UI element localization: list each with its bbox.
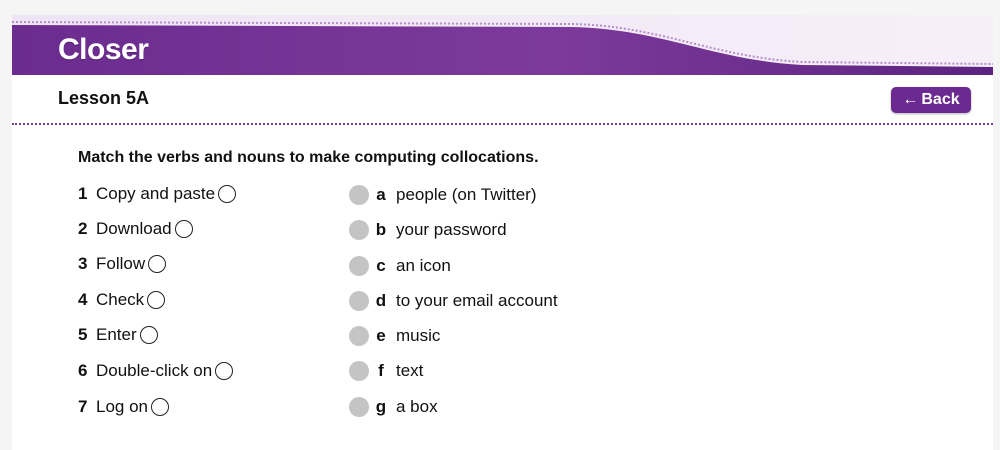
verb-answer-circle[interactable] <box>147 291 166 309</box>
noun-text: music <box>396 326 441 345</box>
noun-letter: f <box>378 361 384 380</box>
verb-item: 4 Check <box>78 288 166 312</box>
noun-text: a box <box>396 397 438 416</box>
noun-answer-dot[interactable] <box>349 220 369 240</box>
verb-item: 7 Log on <box>78 395 169 419</box>
page-title: Closer <box>58 33 149 66</box>
noun-text: people (on Twitter) <box>396 185 537 204</box>
noun-item: g a box <box>349 395 438 419</box>
noun-text: text <box>396 361 424 380</box>
back-button-label: Back <box>921 91 960 108</box>
verb-text: Copy and paste <box>96 184 216 203</box>
verb-text: Log on <box>96 397 148 416</box>
verb-answer-circle[interactable] <box>174 220 193 238</box>
verb-item: 1 Copy and paste <box>78 182 237 206</box>
verb-text: Follow <box>96 254 146 273</box>
verb-answer-circle[interactable] <box>218 185 237 203</box>
verb-item: 5 Enter <box>78 323 158 347</box>
noun-letter: d <box>375 291 387 310</box>
dotted-divider <box>12 123 993 125</box>
noun-text: an icon <box>396 256 451 275</box>
verb-item: 6 Double-click on <box>78 359 234 383</box>
noun-answer-dot[interactable] <box>349 397 369 417</box>
verb-text: Enter <box>96 325 137 344</box>
noun-letter: e <box>376 326 386 345</box>
instruction: Match the verbs and nouns to make comput… <box>78 149 539 166</box>
noun-answer-dot[interactable] <box>349 256 369 276</box>
header-banner: Closer <box>12 15 993 75</box>
verb-answer-circle[interactable] <box>215 362 234 380</box>
noun-answer-dot[interactable] <box>349 361 369 381</box>
verb-answer-circle[interactable] <box>148 255 167 273</box>
verb-number: 6 <box>78 361 88 380</box>
noun-letter: a <box>376 185 386 204</box>
noun-item: d to your email account <box>349 289 558 313</box>
noun-item: c an icon <box>349 254 451 278</box>
noun-item: b your password <box>349 218 507 242</box>
verb-answer-circle[interactable] <box>151 398 169 416</box>
verb-text: Double-click on <box>96 361 213 380</box>
verb-item: 2 Download <box>78 217 193 241</box>
verb-item: 3 Follow <box>78 252 167 276</box>
verb-number: 4 <box>78 290 88 309</box>
verb-number: 3 <box>78 254 88 273</box>
arrow-left-icon: ← <box>902 91 919 108</box>
verb-number: 2 <box>78 219 88 238</box>
noun-answer-dot[interactable] <box>349 185 369 205</box>
back-button[interactable]: ← Back <box>891 87 971 113</box>
noun-letter: g <box>375 397 387 416</box>
verb-text: Download <box>96 219 172 238</box>
noun-letter: b <box>375 220 387 239</box>
noun-item: e music <box>349 324 440 348</box>
noun-answer-dot[interactable] <box>349 291 369 311</box>
noun-text: your password <box>396 220 507 239</box>
verb-number: 5 <box>78 325 88 344</box>
verb-number: 7 <box>78 397 88 416</box>
noun-answer-dot[interactable] <box>349 326 369 346</box>
noun-item: a people (on Twitter) <box>349 183 536 207</box>
noun-item: f text <box>349 359 423 383</box>
noun-text: to your email account <box>396 291 558 310</box>
verb-text: Check <box>96 290 145 309</box>
verb-answer-circle[interactable] <box>139 326 158 344</box>
verb-number: 1 <box>78 184 88 203</box>
noun-letter: c <box>376 256 386 275</box>
lesson-label: Lesson 5A <box>58 88 150 108</box>
exercise-page: Closer Lesson 5A ← Back Match the verbs … <box>12 15 993 450</box>
